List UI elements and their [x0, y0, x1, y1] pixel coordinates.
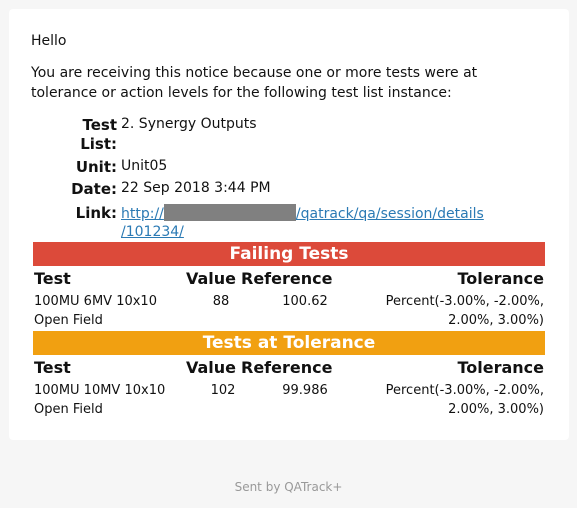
col-test-header: Test — [34, 358, 71, 377]
unit-value: Unit05 — [121, 158, 168, 174]
row-tolerance-line2: 2.00%, 3.00%) — [448, 402, 544, 417]
col-reference-header: Reference — [241, 358, 333, 377]
tolerance-tests-header: Tests at Tolerance — [33, 331, 545, 355]
test-list-value: 2. Synergy Outputs — [121, 116, 257, 132]
redacted-host — [163, 204, 296, 221]
footer-text: Sent by QATrack+ — [234, 480, 343, 494]
col-reference-header: Reference — [241, 269, 333, 288]
row-tolerance-line1: Percent(-3.00%, -2.00%, — [385, 294, 544, 309]
row-value: 88 — [212, 294, 230, 309]
row-tolerance: Percent(-3.00%, -2.00%, 2.00%, 3.00%) — [344, 292, 544, 330]
col-value-header: Value — [186, 269, 237, 288]
session-link[interactable]: http:// /qatrack/qa/session/details /1012… — [121, 204, 484, 241]
row-test-name-line2: Open Field — [34, 402, 103, 417]
row-test-name: 100MU 6MV 10x10 Open Field — [34, 292, 157, 330]
row-tolerance: Percent(-3.00%, -2.00%, 2.00%, 3.00%) — [344, 381, 544, 419]
col-tolerance-header: Tolerance — [457, 269, 544, 288]
unit-label: Unit: — [75, 158, 117, 176]
date-label: Date: — [71, 180, 117, 198]
row-value: 102 — [210, 383, 236, 398]
failing-tests-header: Failing Tests — [33, 242, 545, 266]
link-label: Link: — [75, 204, 117, 222]
row-reference: 100.62 — [282, 294, 328, 309]
row-tolerance-line1: Percent(-3.00%, -2.00%, — [385, 383, 544, 398]
greeting-text: Hello — [31, 33, 67, 49]
test-list-label: Test List: — [9, 116, 117, 154]
date-value: 22 Sep 2018 3:44 PM — [121, 180, 271, 196]
session-link-id[interactable]: /101234/ — [121, 224, 184, 240]
row-test-name: 100MU 10MV 10x10 Open Field — [34, 381, 165, 419]
session-link-path[interactable]: /qatrack/qa/session/details — [296, 206, 484, 222]
row-test-name-line2: Open Field — [34, 313, 103, 328]
row-test-name-line1: 100MU 10MV 10x10 — [34, 383, 166, 398]
row-test-name-line1: 100MU 6MV 10x10 — [34, 294, 157, 309]
session-link-prefix[interactable]: http:// — [121, 206, 164, 222]
email-card: Hello You are receiving this notice beca… — [9, 9, 569, 440]
col-value-header: Value — [186, 358, 237, 377]
row-reference: 99.986 — [282, 383, 328, 398]
col-tolerance-header: Tolerance — [457, 358, 544, 377]
intro-text: You are receiving this notice because on… — [31, 65, 478, 101]
test-list-label-line1: Test — [82, 116, 117, 134]
test-list-label-line2: List: — [80, 135, 117, 153]
col-test-header: Test — [34, 269, 71, 288]
row-tolerance-line2: 2.00%, 3.00%) — [448, 313, 544, 328]
